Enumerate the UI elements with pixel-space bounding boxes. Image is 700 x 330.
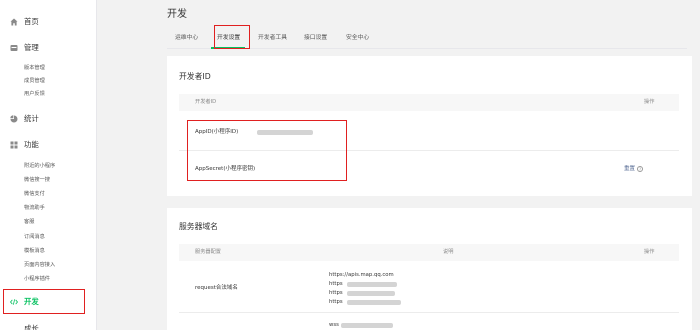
col-developer-id: 开发者ID: [195, 99, 217, 105]
highlight-box-credentials: [187, 120, 347, 181]
row-divider: [179, 312, 679, 313]
home-icon: [10, 17, 18, 26]
tab-dev-tools[interactable]: 开发者工具: [258, 34, 287, 42]
server-domain-table-header: 服务器配置 说明 操作: [179, 244, 679, 261]
nav-manage-label: 管理: [24, 43, 39, 52]
nav-stats[interactable]: 统计: [0, 109, 97, 129]
nav-growth-label: 成长: [24, 324, 39, 330]
col-description: 说明: [443, 249, 454, 255]
request-url-redacted: [347, 291, 395, 296]
nav-stats-label: 统计: [24, 114, 39, 123]
nav-growth[interactable]: 成长: [0, 319, 97, 330]
grid-icon: [10, 140, 18, 149]
sidebar-item-plugin[interactable]: 小程序插件: [24, 275, 50, 283]
sidebar-item-subscribe[interactable]: 订阅消息: [24, 233, 45, 241]
request-url-redacted: [347, 300, 401, 305]
request-domain-label: request合法域名: [195, 285, 238, 291]
sidebar-item-search[interactable]: 微信搜一搜: [24, 176, 50, 184]
request-url: https: [329, 290, 343, 296]
reset-label: 重置: [624, 166, 636, 172]
sidebar-item-template[interactable]: 模板消息: [24, 247, 45, 255]
request-url-redacted: [347, 282, 397, 287]
socket-url-redacted: [341, 323, 393, 328]
request-url: https: [329, 299, 343, 305]
request-url: https: [329, 281, 343, 287]
sidebar: 首页 管理 版本管理 成员管理 用户反馈 统计 功能 附近的小程序 微信搜一搜 …: [0, 0, 97, 330]
main-content: 开发 运维中心 开发设置 开发者工具 接口设置 安全中心 开发者ID 开发者ID…: [97, 0, 700, 330]
tab-ops[interactable]: 运维中心: [175, 34, 198, 42]
col-server-config: 服务器配置: [195, 249, 221, 255]
sidebar-item-nearby[interactable]: 附近的小程序: [24, 162, 55, 170]
nav-features[interactable]: 功能: [0, 135, 97, 155]
sidebar-item-logistics[interactable]: 物流助手: [24, 204, 45, 212]
nav-features-label: 功能: [24, 140, 39, 149]
nav-home[interactable]: 首页: [0, 12, 97, 32]
server-domain-title: 服务器域名: [179, 222, 218, 231]
highlight-box-tab: [214, 25, 250, 49]
server-domain-card: 服务器域名 服务器配置 说明 操作 request合法域名 https://ap…: [167, 208, 692, 330]
col-action: 操作: [644, 249, 655, 255]
reset-button[interactable]: 重置?: [624, 165, 644, 173]
sidebar-item-version[interactable]: 版本管理: [24, 64, 45, 72]
tab-api-settings[interactable]: 接口设置: [304, 34, 327, 42]
page-title: 开发: [167, 9, 187, 20]
col-action: 操作: [644, 99, 655, 105]
nav-home-label: 首页: [24, 17, 39, 26]
request-url: https://apis.map.qq.com: [329, 272, 394, 278]
sidebar-item-members[interactable]: 成员管理: [24, 77, 45, 85]
stats-icon: [10, 114, 18, 123]
sidebar-item-feedback[interactable]: 用户反馈: [24, 90, 45, 98]
sidebar-item-content[interactable]: 页面内容接入: [24, 261, 55, 269]
help-icon[interactable]: ?: [637, 165, 644, 172]
socket-url: wss: [329, 322, 339, 328]
highlight-box-develop: [3, 289, 85, 314]
sidebar-item-pay[interactable]: 微信支付: [24, 190, 45, 198]
sidebar-item-service[interactable]: 客服: [24, 218, 34, 226]
nav-manage[interactable]: 管理: [0, 38, 97, 58]
developer-id-title: 开发者ID: [179, 72, 211, 81]
tab-security[interactable]: 安全中心: [346, 34, 369, 42]
developer-id-table-header: 开发者ID 操作: [179, 94, 679, 111]
manage-icon: [10, 43, 18, 52]
